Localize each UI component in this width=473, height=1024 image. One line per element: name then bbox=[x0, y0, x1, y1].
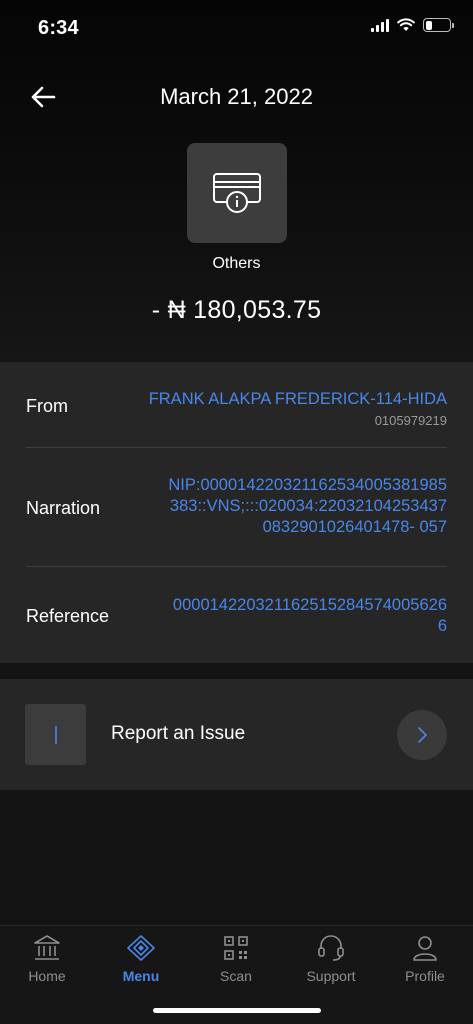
from-value: FRANK ALAKPA FREDERICK-114-HIDA 01059792… bbox=[149, 389, 447, 431]
sender-account: 0105979219 bbox=[374, 413, 447, 428]
battery-icon bbox=[423, 18, 454, 32]
tab-label: Support bbox=[306, 968, 356, 984]
bank-icon bbox=[34, 935, 60, 960]
report-issue-card[interactable]: Report an Issue bbox=[0, 679, 473, 790]
tab-support[interactable]: Support bbox=[291, 934, 371, 984]
narration-line: NIP:000014220321162534005381985 bbox=[168, 476, 447, 494]
narration-value: NIP:000014220321162534005381985 383::VNS… bbox=[168, 475, 447, 538]
info-bar-icon bbox=[54, 725, 57, 744]
tab-label: Scan bbox=[220, 968, 252, 984]
narration-label: Narration bbox=[26, 498, 101, 518]
narration-line: 383::VNS;:::020034:22032104253437 bbox=[169, 497, 447, 515]
tab-scan[interactable]: Scan bbox=[196, 934, 276, 984]
home-indicator bbox=[153, 1008, 321, 1013]
tab-label: Home bbox=[28, 968, 66, 984]
reference-label: Reference bbox=[26, 606, 110, 626]
reference-line: 6 bbox=[437, 617, 447, 635]
user-icon bbox=[413, 936, 437, 961]
status-time: 6:34 bbox=[38, 17, 79, 39]
status-icons bbox=[371, 18, 454, 32]
reference-line: 000014220321162515284574005626 bbox=[172, 596, 447, 614]
tab-label: Profile bbox=[405, 968, 445, 984]
narration-line: 0832901026401478- 057 bbox=[262, 518, 447, 536]
headset-icon bbox=[318, 935, 344, 961]
report-issue-label: Report an Issue bbox=[111, 723, 246, 744]
divider bbox=[26, 566, 447, 567]
wifi-icon bbox=[397, 18, 415, 31]
from-label: From bbox=[26, 396, 68, 416]
sender-name: FRANK ALAKPA FREDERICK-114-HIDA bbox=[148, 390, 447, 408]
transaction-details-card: From FRANK ALAKPA FREDERICK-114-HIDA 010… bbox=[0, 362, 473, 663]
chevron-right-icon bbox=[418, 727, 428, 743]
transaction-amount: - ₦ 180,053.75 bbox=[151, 296, 322, 324]
report-issue-button[interactable] bbox=[397, 710, 447, 760]
tab-home[interactable]: Home bbox=[7, 934, 87, 984]
report-icon-box bbox=[25, 704, 86, 765]
signal-icon bbox=[371, 18, 389, 32]
tab-label: Menu bbox=[122, 968, 160, 984]
tab-menu[interactable]: Menu bbox=[101, 934, 181, 984]
card-info-icon bbox=[213, 173, 261, 213]
qr-code-icon bbox=[224, 936, 248, 960]
category-tile bbox=[187, 143, 287, 243]
page-title: March 21, 2022 bbox=[160, 84, 313, 109]
menu-diamond-icon bbox=[127, 935, 155, 961]
tab-profile[interactable]: Profile bbox=[385, 934, 465, 984]
category-label: Others bbox=[212, 255, 261, 272]
reference-value: 000014220321162515284574005626 6 bbox=[173, 595, 447, 637]
divider bbox=[26, 447, 447, 448]
